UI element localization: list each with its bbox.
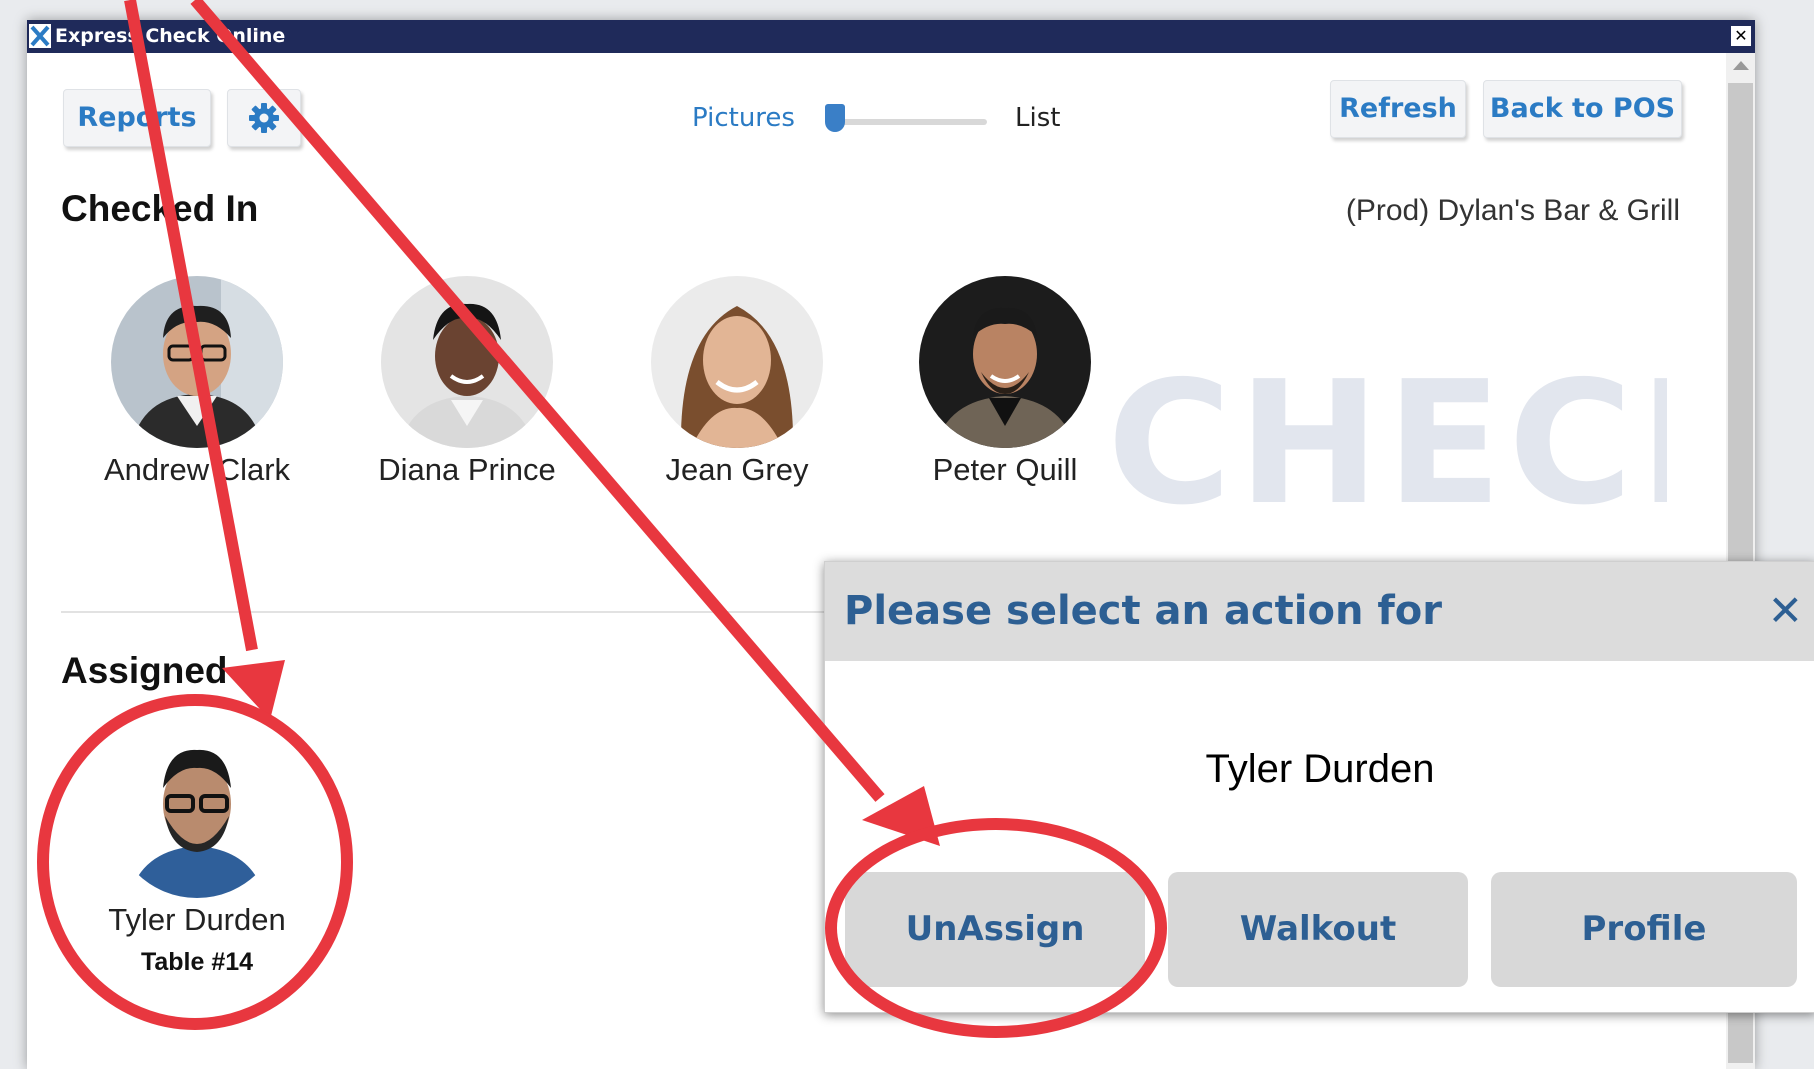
highlight-circle-assigned-icon	[37, 694, 353, 1030]
highlight-circle-unassign-icon	[825, 818, 1167, 1038]
annotation-overlay	[37, 0, 1167, 1038]
arrow-to-assigned-icon	[124, 0, 285, 720]
arrow-to-unassign-icon	[190, 0, 940, 846]
